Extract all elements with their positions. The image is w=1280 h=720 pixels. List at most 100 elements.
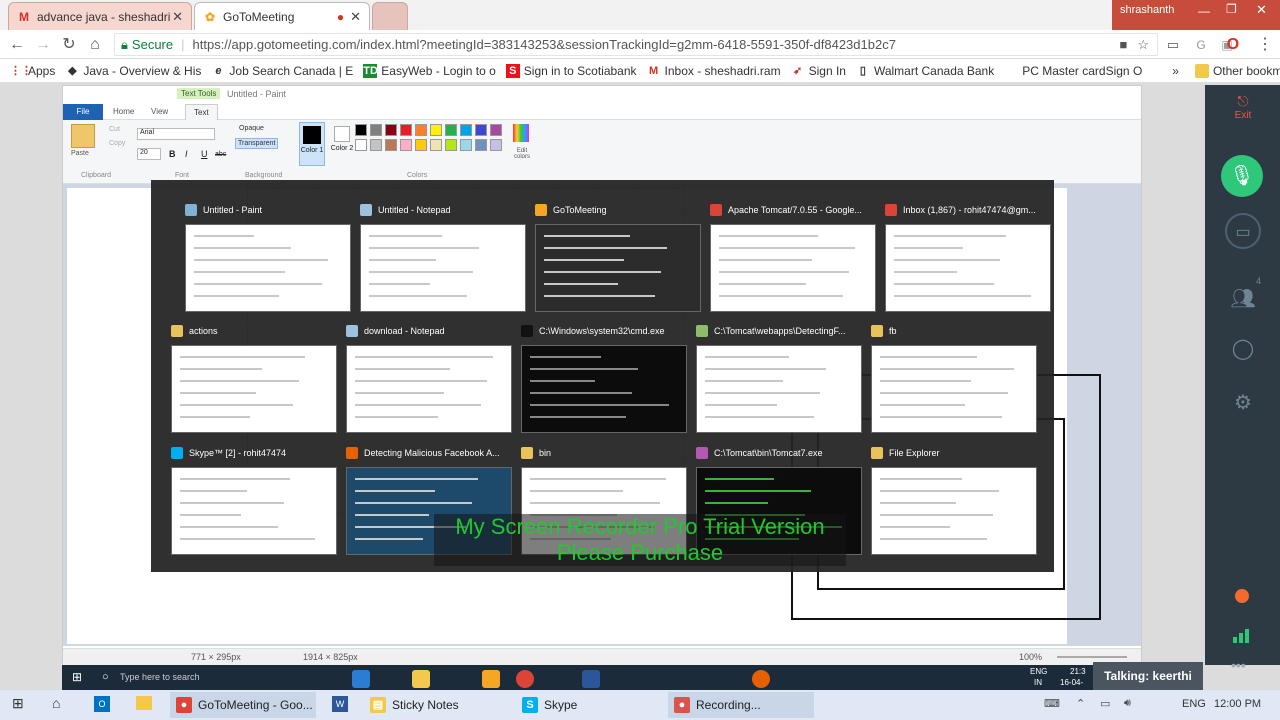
bookmark-apps[interactable]: ⋮⋮ Apps — [10, 64, 55, 78]
color-swatch[interactable] — [370, 124, 382, 136]
bookmarks-overflow[interactable]: » — [1172, 64, 1179, 78]
home-icon[interactable]: ⌂ — [52, 695, 60, 711]
bold-button[interactable]: B — [169, 149, 176, 159]
transparent-button[interactable]: Transparent — [235, 138, 279, 149]
color-swatch[interactable] — [430, 124, 442, 136]
switcher-window[interactable]: actions — [171, 322, 337, 433]
color-palette[interactable] — [355, 124, 525, 166]
minimize-button[interactable]: — — [1198, 4, 1210, 18]
color-swatch[interactable] — [430, 139, 442, 151]
edit-colors-icon[interactable] — [513, 124, 529, 142]
color-swatch[interactable] — [355, 139, 367, 151]
color1-button[interactable]: Color 1 — [299, 122, 325, 166]
profile-name[interactable]: shrashanth — [1120, 4, 1174, 16]
color-swatch[interactable] — [385, 139, 397, 151]
switcher-window[interactable]: Untitled - Paint — [185, 201, 351, 312]
switcher-window[interactable]: C:\Windows\system32\cmd.exe — [521, 322, 687, 433]
clock[interactable]: 12:00 PM — [1214, 698, 1261, 710]
cortana-icon[interactable]: ○ — [102, 671, 109, 683]
address-bar[interactable]: 🔒︎ Secure | https://app.gotomeeting.com/… — [114, 33, 1158, 56]
color-swatch[interactable] — [400, 124, 412, 136]
network-icon[interactable]: ▭ — [1100, 697, 1110, 710]
home-icon[interactable]: ⌂ — [84, 34, 106, 56]
microphone-button[interactable]: 🎙︎ — [1221, 155, 1263, 197]
bookmark-walmart[interactable]: ▯ Walmart Canada Bank — [856, 64, 994, 78]
taskbar-sticky-notes[interactable]: ▤ Sticky Notes — [364, 692, 510, 718]
color-swatch[interactable] — [370, 139, 382, 151]
italic-button[interactable]: I — [185, 149, 188, 159]
tray-expand-icon[interactable]: ⌃ — [1076, 697, 1085, 710]
close-window-button[interactable]: ✕ — [1256, 2, 1267, 18]
color-swatch[interactable] — [490, 139, 502, 151]
keyboard-icon[interactable]: ⌨︎ — [1044, 697, 1060, 710]
cast-icon[interactable]: ▭ — [1162, 34, 1184, 56]
paste-icon[interactable] — [71, 124, 95, 148]
camera-icon[interactable]: ■ — [1119, 37, 1127, 52]
tab-view[interactable]: View — [151, 107, 168, 116]
other-bookmarks[interactable]: Other bookmarks — [1194, 63, 1280, 78]
switcher-window[interactable]: Skype™ [2] - rohit47474 — [171, 444, 337, 555]
search-placeholder[interactable]: Type here to search — [120, 672, 200, 682]
screen-share-button[interactable]: ▭ — [1225, 213, 1261, 249]
color-swatch[interactable] — [460, 139, 472, 151]
tab-advance-java[interactable]: M advance java - sheshadri ✕ — [8, 2, 192, 30]
url-text[interactable]: https://app.gotomeeting.com/index.html?m… — [193, 37, 1120, 52]
color-swatch[interactable] — [415, 139, 427, 151]
tab-text[interactable]: Text — [185, 104, 218, 120]
color-swatch[interactable] — [415, 124, 427, 136]
underline-button[interactable]: U — [201, 149, 208, 159]
switcher-window[interactable]: Untitled - Notepad — [360, 201, 526, 312]
gotomeeting-icon[interactable] — [482, 670, 500, 688]
color-swatch[interactable] — [385, 124, 397, 136]
tab-gotomeeting[interactable]: ✿ GoToMeeting ● ✕ — [194, 2, 370, 30]
bookmark-job-search[interactable]: e Job Search Canada | E — [211, 64, 353, 78]
switcher-window[interactable]: Inbox (1,867) - rohit47474@gm... — [885, 201, 1051, 312]
color-swatch[interactable] — [475, 139, 487, 151]
color2-button[interactable]: Color 2 — [329, 122, 355, 166]
exit-button[interactable]: ⎋ Exit — [1227, 93, 1259, 121]
close-icon[interactable]: ✕ — [350, 9, 361, 25]
zoom-slider[interactable] — [1057, 656, 1127, 658]
chrome-icon[interactable] — [516, 670, 534, 688]
explorer-icon[interactable] — [136, 696, 152, 710]
switcher-window[interactable]: File Explorer — [871, 444, 1037, 555]
maximize-button[interactable]: ❐ — [1226, 2, 1237, 16]
color-swatch[interactable] — [460, 124, 472, 136]
bookmark-easyweb[interactable]: TD EasyWeb - Login to o — [363, 63, 496, 78]
bookmark-pc-master[interactable]: PC Master cardSign O — [1022, 64, 1142, 78]
switcher-window[interactable]: GoToMeeting — [535, 201, 701, 312]
new-tab-button[interactable] — [372, 2, 408, 30]
extension-icon[interactable]: G — [1190, 34, 1212, 56]
language-indicator[interactable]: ENG — [1182, 698, 1206, 710]
back-icon[interactable]: ← — [6, 34, 28, 56]
chat-button[interactable]: ◯ — [1225, 331, 1261, 367]
color-swatch[interactable] — [355, 124, 367, 136]
bookmark-scotiabank[interactable]: S Sign in to Scotiabank — [505, 63, 637, 78]
firefox-icon[interactable] — [752, 670, 770, 688]
switcher-window[interactable]: fb — [871, 322, 1037, 433]
font-family-select[interactable]: Arial — [137, 128, 215, 140]
color-swatch[interactable] — [490, 124, 502, 136]
bookmark-sign-in[interactable]: ➶ Sign In — [791, 64, 846, 78]
cut-button[interactable]: Cut — [109, 126, 120, 133]
more-options-icon[interactable]: ••• — [1231, 657, 1246, 673]
settings-button[interactable]: ⚙︎ — [1225, 385, 1261, 421]
switcher-window[interactable]: download - Notepad — [346, 322, 512, 433]
bookmark-inbox[interactable]: M Inbox - sheshadri.ram — [647, 64, 781, 78]
taskbar-skype[interactable]: S Skype — [516, 692, 662, 718]
font-size-select[interactable]: 20 — [137, 148, 161, 160]
reload-icon[interactable]: ↻ — [58, 34, 80, 56]
switcher-window[interactable]: Apache Tomcat/7.0.55 - Google... — [710, 201, 876, 312]
taskbar-recording[interactable]: ● Recording... — [668, 692, 814, 718]
edge-icon[interactable] — [352, 670, 370, 688]
volume-icon[interactable]: 🔊︎ — [1124, 697, 1131, 710]
star-icon[interactable]: ☆ — [1137, 37, 1149, 53]
tab-home[interactable]: Home — [113, 107, 134, 116]
attendees-button[interactable]: 👥︎ 4 — [1225, 276, 1261, 317]
strikethrough-button[interactable]: abc — [215, 151, 226, 158]
word-icon[interactable]: W — [332, 696, 348, 712]
color-swatch[interactable] — [445, 124, 457, 136]
word-icon[interactable] — [582, 670, 600, 688]
color-swatch[interactable] — [445, 139, 457, 151]
forward-icon[interactable]: → — [32, 34, 54, 56]
